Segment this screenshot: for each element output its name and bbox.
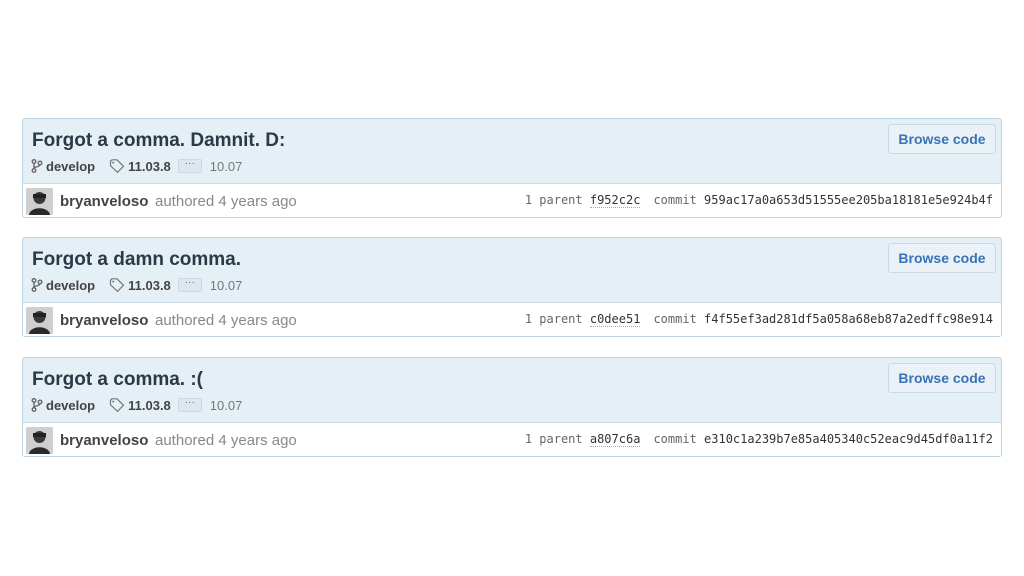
commit-footer: bryanveloso authored 4 years ago 1 paren…: [23, 303, 1001, 336]
commit-meta: develop 11.03.8 ··· 10.07: [31, 159, 243, 174]
parent-sha-link[interactable]: a807c6a: [589, 432, 641, 447]
browse-code-button[interactable]: Browse code: [888, 363, 996, 393]
commit-info: 1 parent c0dee51 commit f4f55ef3ad281df5a…: [524, 312, 993, 327]
commit-block: Forgot a damn comma. Browse code develop…: [22, 237, 1002, 337]
commit-meta: develop 11.03.8 ··· 10.07: [31, 398, 243, 413]
branch-icon: [31, 278, 43, 292]
tag-icon: [109, 398, 125, 412]
authored-time: authored 4 years ago: [155, 193, 297, 210]
branch-name[interactable]: develop: [46, 159, 95, 174]
author-name[interactable]: bryanveloso: [60, 312, 148, 329]
extra-tag[interactable]: 10.07: [210, 159, 243, 174]
branch-icon: [31, 159, 43, 173]
more-tags-button[interactable]: ···: [177, 278, 202, 292]
commit-footer: bryanveloso authored 4 years ago 1 paren…: [23, 423, 1001, 456]
tag-name[interactable]: 11.03.8: [128, 278, 171, 293]
branch-name[interactable]: develop: [46, 398, 95, 413]
commit-title[interactable]: Forgot a comma. Damnit. D:: [32, 130, 285, 152]
extra-tag[interactable]: 10.07: [210, 398, 243, 413]
commit-header: Forgot a comma. :( Browse code develop 1…: [23, 358, 1001, 423]
authored-time: authored 4 years ago: [155, 432, 297, 449]
tag-icon: [109, 159, 125, 173]
avatar[interactable]: [26, 307, 53, 334]
browse-code-button[interactable]: Browse code: [888, 243, 996, 273]
commit-sha: e310c1a239b7e85a405340c52eac9d45df0a11f2: [704, 432, 993, 446]
author-name[interactable]: bryanveloso: [60, 193, 148, 210]
commit-block: Forgot a comma. Damnit. D: Browse code d…: [22, 118, 1002, 218]
commit-meta: develop 11.03.8 ··· 10.07: [31, 278, 243, 293]
commit-label: commit: [653, 312, 705, 326]
commit-header: Forgot a comma. Damnit. D: Browse code d…: [23, 119, 1001, 184]
commit-title[interactable]: Forgot a damn comma.: [32, 249, 241, 271]
commit-header: Forgot a damn comma. Browse code develop…: [23, 238, 1001, 303]
commit-title[interactable]: Forgot a comma. :(: [32, 369, 203, 391]
commit-sha: 959ac17a0a653d51555ee205ba18181e5e924b4f: [704, 193, 993, 207]
branch-name[interactable]: develop: [46, 278, 95, 293]
commit-label: commit: [653, 193, 705, 207]
commit-sha: f4f55ef3ad281df5a058a68eb87a2edffc98e914: [704, 312, 993, 326]
browse-code-button[interactable]: Browse code: [888, 124, 996, 154]
author-name[interactable]: bryanveloso: [60, 432, 148, 449]
commit-info: 1 parent a807c6a commit e310c1a239b7e85a4…: [524, 432, 993, 447]
tag-name[interactable]: 11.03.8: [128, 398, 171, 413]
more-tags-button[interactable]: ···: [177, 398, 202, 412]
commit-footer: bryanveloso authored 4 years ago 1 paren…: [23, 184, 1001, 217]
avatar[interactable]: [26, 188, 53, 215]
parent-sha-link[interactable]: c0dee51: [589, 312, 641, 327]
commit-block: Forgot a comma. :( Browse code develop 1…: [22, 357, 1002, 457]
parent-label: 1 parent: [524, 312, 590, 326]
commit-label: commit: [653, 432, 705, 446]
extra-tag[interactable]: 10.07: [210, 278, 243, 293]
authored-time: authored 4 years ago: [155, 312, 297, 329]
parent-label: 1 parent: [524, 193, 590, 207]
commit-info: 1 parent f952c2c commit 959ac17a0a653d515…: [524, 193, 993, 208]
tag-icon: [109, 278, 125, 292]
parent-sha-link[interactable]: f952c2c: [589, 193, 641, 208]
tag-name[interactable]: 11.03.8: [128, 159, 171, 174]
avatar[interactable]: [26, 427, 53, 454]
branch-icon: [31, 398, 43, 412]
more-tags-button[interactable]: ···: [177, 159, 202, 173]
parent-label: 1 parent: [524, 432, 590, 446]
